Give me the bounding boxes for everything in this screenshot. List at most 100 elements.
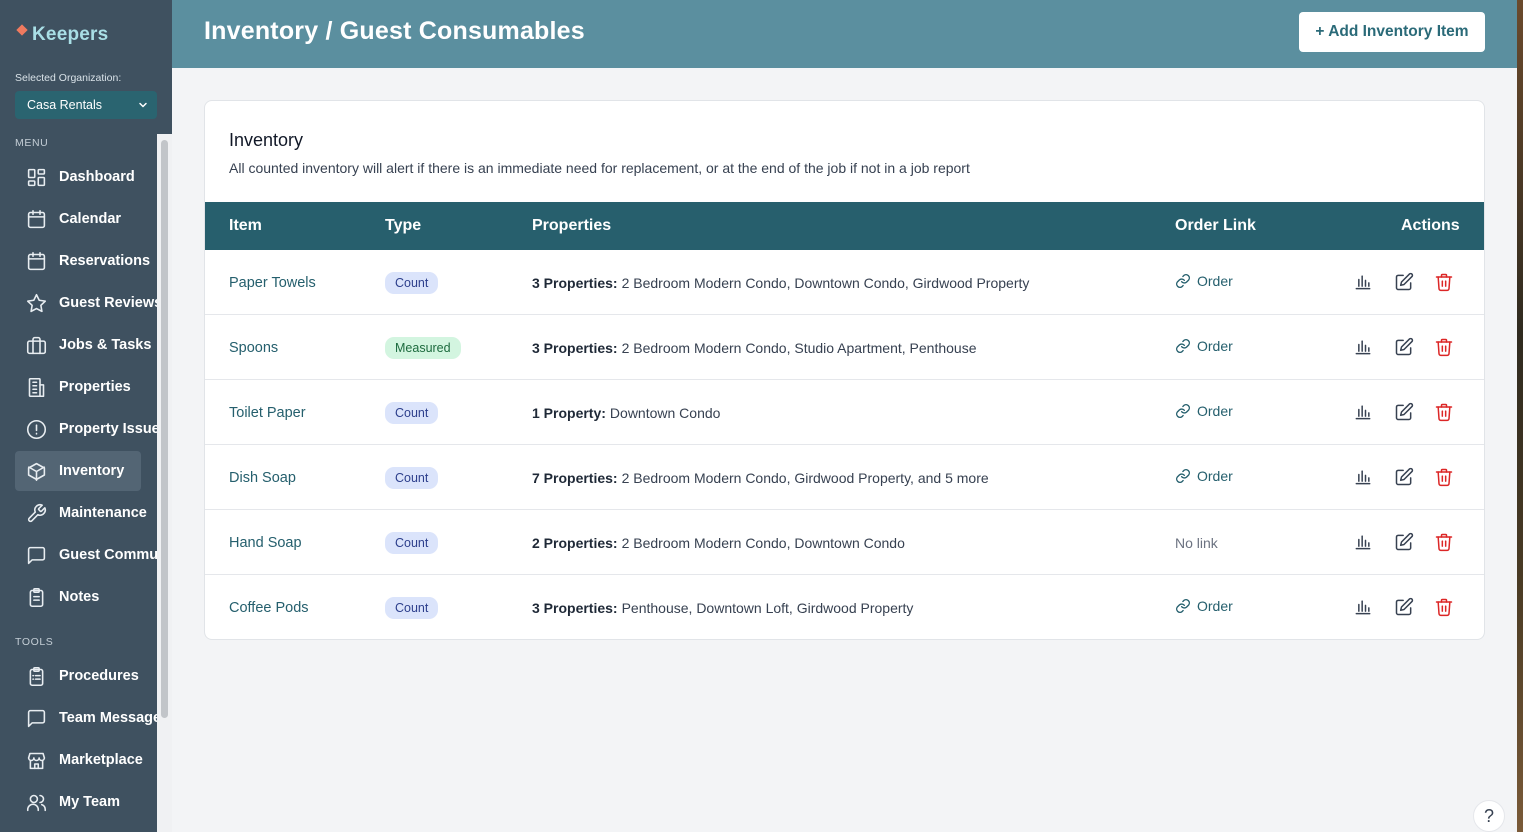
sidebar-item-label: Guest Reviews [59, 295, 163, 311]
chart-icon[interactable] [1353, 337, 1373, 357]
sidebar-item-notes[interactable]: Notes [15, 577, 172, 617]
menu-section-label: MENU [15, 137, 49, 149]
chat-icon [27, 546, 46, 564]
sidebar-item-jobs-tasks[interactable]: Jobs & Tasks [15, 325, 172, 365]
table-row: Toilet Paper Count 1 Property: Downtown Con… [205, 378, 1484, 445]
column-header-item: Item [229, 217, 262, 234]
sidebar-item-label: Guest Communication [59, 547, 172, 563]
add-inventory-item-button[interactable]: + Add Inventory Item [1299, 12, 1485, 52]
sidebar-item-inventory[interactable]: Inventory [15, 451, 141, 491]
no-link-text: No link [1175, 534, 1218, 551]
page-title: Inventory / Guest Consumables [204, 17, 585, 45]
order-link[interactable]: Order [1175, 378, 1233, 443]
link-icon [1176, 468, 1190, 483]
type-cell: Count [385, 510, 439, 575]
properties-count: 3 Properties: [532, 339, 618, 356]
trash-icon[interactable] [1434, 597, 1454, 617]
item-name-link[interactable]: Hand Soap [229, 510, 302, 575]
edit-icon[interactable] [1394, 272, 1414, 292]
chart-icon[interactable] [1353, 467, 1373, 487]
column-header-actions: Actions [1401, 217, 1460, 234]
type-badge: Count [385, 596, 439, 619]
sidebar-item-label: Maintenance [59, 505, 147, 521]
link-icon [1176, 598, 1190, 613]
sidebar: Keepers Selected Organization: Casa Rent… [0, 0, 172, 832]
sidebar-item-my-team[interactable]: My Team [15, 782, 172, 822]
properties-list: Penthouse, Downtown Loft, Girdwood Prope… [621, 599, 914, 616]
sidebar-item-label: Properties [59, 379, 131, 395]
edit-icon[interactable] [1394, 402, 1414, 422]
type-badge: Count [385, 531, 439, 554]
sidebar-item-marketplace[interactable]: Marketplace [15, 740, 172, 780]
link-icon [1176, 403, 1190, 418]
order-link-label: Order [1197, 402, 1233, 419]
clipboard-list-icon [29, 666, 44, 686]
org-label: Selected Organization: [15, 72, 122, 84]
properties-count: 1 Property: [532, 404, 606, 421]
sidebar-item-team-messages[interactable]: Team Messages [15, 698, 172, 738]
properties-list: Downtown Condo [609, 404, 721, 421]
edit-icon[interactable] [1394, 337, 1414, 357]
table-row: Dish Soap Count 7 Properties: 2 Bedroom Mod… [205, 443, 1484, 510]
card-title: Inventory [229, 130, 304, 150]
store-icon [27, 752, 46, 769]
properties-list: 2 Bedroom Modern Condo, Downtown Condo [621, 534, 905, 551]
table-header: Item Type Properties Order Link Actions [205, 202, 1484, 250]
window-edge [1517, 0, 1523, 832]
item-name-link[interactable]: Dish Soap [229, 445, 296, 510]
calendar-icon [27, 209, 46, 228]
sidebar-item-dashboard[interactable]: Dashboard [15, 157, 172, 197]
sidebar-item-property-issues[interactable]: Property Issues [15, 409, 172, 449]
column-header-order-link: Order Link [1175, 217, 1256, 234]
column-header-properties: Properties [532, 217, 612, 234]
chart-icon[interactable] [1353, 532, 1373, 552]
sidebar-item-properties[interactable]: Properties [15, 367, 172, 407]
properties-list: 2 Bedroom Modern Condo, Girdwood Propert… [621, 469, 989, 486]
sidebar-item-calendar[interactable]: Calendar [15, 199, 172, 239]
chart-icon[interactable] [1353, 272, 1373, 292]
trash-icon[interactable] [1434, 272, 1454, 292]
properties-cell: 7 Properties: 2 Bedroom Modern Condo, Gir… [532, 445, 989, 510]
order-link-label: Order [1197, 597, 1233, 614]
order-link[interactable]: Order [1175, 313, 1233, 378]
item-name-link[interactable]: Coffee Pods [229, 575, 309, 639]
sidebar-scrollbar-thumb[interactable] [161, 140, 168, 718]
sidebar-item-guest-reviews[interactable]: Guest Reviews [15, 283, 172, 323]
sidebar-item-maintenance[interactable]: Maintenance [15, 493, 172, 533]
properties-cell: 1 Property: Downtown Condo [532, 380, 720, 445]
sidebar-item-label: My Team [59, 794, 120, 810]
properties-cell: 2 Properties: 2 Bedroom Modern Condo, Dow… [532, 510, 905, 575]
edit-icon[interactable] [1394, 467, 1414, 487]
properties-list: 2 Bedroom Modern Condo, Downtown Condo, … [621, 274, 1030, 291]
sidebar-item-label: Notes [59, 589, 100, 605]
edit-icon[interactable] [1394, 532, 1414, 552]
help-button[interactable]: ? [1473, 800, 1505, 832]
sidebar-item-procedures[interactable]: Procedures [15, 656, 172, 696]
logo[interactable]: Keepers [16, 24, 108, 46]
column-header-type: Type [385, 217, 422, 234]
trash-icon[interactable] [1434, 532, 1454, 552]
chart-icon[interactable] [1353, 402, 1373, 422]
edit-icon[interactable] [1394, 597, 1414, 617]
sidebar-item-label: Inventory [59, 463, 125, 479]
link-icon [1176, 273, 1190, 288]
org-select[interactable]: Casa Rentals [15, 91, 157, 119]
order-link[interactable]: Order [1175, 248, 1233, 313]
trash-icon[interactable] [1434, 402, 1454, 422]
type-cell: Count [385, 250, 439, 315]
users-icon [26, 794, 47, 811]
chevron-down-icon [139, 102, 147, 108]
item-name-link[interactable]: Spoons [229, 315, 278, 380]
order-link[interactable]: Order [1175, 443, 1233, 508]
inventory-card: Inventory All counted inventory will ale… [204, 100, 1485, 640]
trash-icon[interactable] [1434, 467, 1454, 487]
item-name-link[interactable]: Paper Towels [229, 250, 316, 315]
properties-cell: 3 Properties: 2 Bedroom Modern Condo, Stu… [532, 315, 976, 380]
type-badge: Count [385, 466, 439, 489]
trash-icon[interactable] [1434, 337, 1454, 357]
order-link[interactable]: Order [1175, 573, 1233, 638]
item-name-link[interactable]: Toilet Paper [229, 380, 306, 445]
chart-icon[interactable] [1353, 597, 1373, 617]
sidebar-item-reservations[interactable]: Reservations [15, 241, 172, 281]
sidebar-item-guest-communication[interactable]: Guest Communication [15, 535, 172, 575]
